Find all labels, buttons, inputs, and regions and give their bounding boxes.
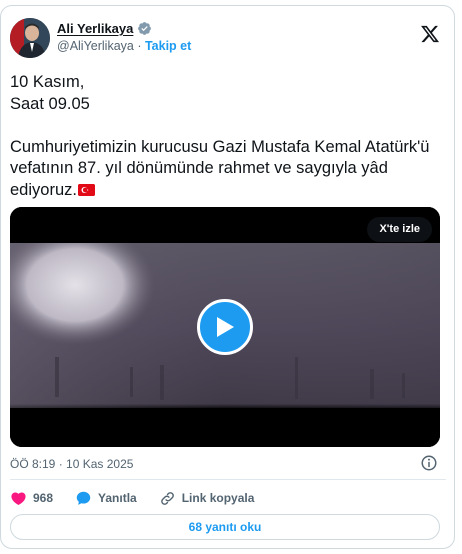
verified-badge-icon xyxy=(138,22,152,35)
video-player[interactable]: X'te izle xyxy=(10,207,440,447)
divider xyxy=(10,479,446,480)
tweet-date: 10 Kas 2025 xyxy=(66,457,134,471)
watch-on-x-button[interactable]: X'te izle xyxy=(367,217,432,242)
like-button[interactable]: 968 xyxy=(10,490,53,507)
meta-separator: · xyxy=(55,457,67,471)
tweet-text: 10 Kasım, Saat 09.05 Cumhuriyetimizin ku… xyxy=(10,72,444,201)
heart-icon xyxy=(11,491,26,505)
play-button[interactable] xyxy=(197,299,253,355)
x-logo-icon[interactable] xyxy=(420,24,440,44)
avatar[interactable] xyxy=(10,18,50,58)
handle-separator: · xyxy=(133,39,145,53)
like-count: 968 xyxy=(33,491,54,505)
handle-row: @AliYerlikaya · Takip et xyxy=(57,39,191,53)
link-icon xyxy=(160,491,174,505)
turkish-flag-icon xyxy=(77,183,95,196)
copy-link-button[interactable]: Link kopyala xyxy=(159,490,255,507)
copy-link-label: Link kopyala xyxy=(181,491,255,505)
tweet-timestamp[interactable]: ÖÖ 8:19 · 10 Kas 2025 xyxy=(10,457,133,471)
author-handle[interactable]: @AliYerlikaya xyxy=(57,39,134,53)
tweet-header: Ali Yerlikaya @AliYerlikaya · Takip et xyxy=(10,18,446,62)
author-name[interactable]: Ali Yerlikaya xyxy=(57,21,133,36)
play-icon xyxy=(217,317,234,337)
tweet-time: ÖÖ 8:19 xyxy=(10,457,56,471)
reply-button[interactable]: Yanıtla xyxy=(75,490,137,507)
follow-button[interactable]: Takip et xyxy=(145,39,191,53)
info-icon[interactable] xyxy=(420,454,438,472)
read-replies-button[interactable]: 68 yanıtı oku xyxy=(10,514,440,540)
tweet-card: Ali Yerlikaya @AliYerlikaya · Takip et 1… xyxy=(0,5,455,549)
reply-bubble-icon xyxy=(76,491,91,505)
tweet-body: 10 Kasım, Saat 09.05 Cumhuriyetimizin ku… xyxy=(10,73,430,199)
reply-label: Yanıtla xyxy=(98,491,137,505)
action-bar: 968 Yanıtla Link kopyala xyxy=(10,488,276,508)
